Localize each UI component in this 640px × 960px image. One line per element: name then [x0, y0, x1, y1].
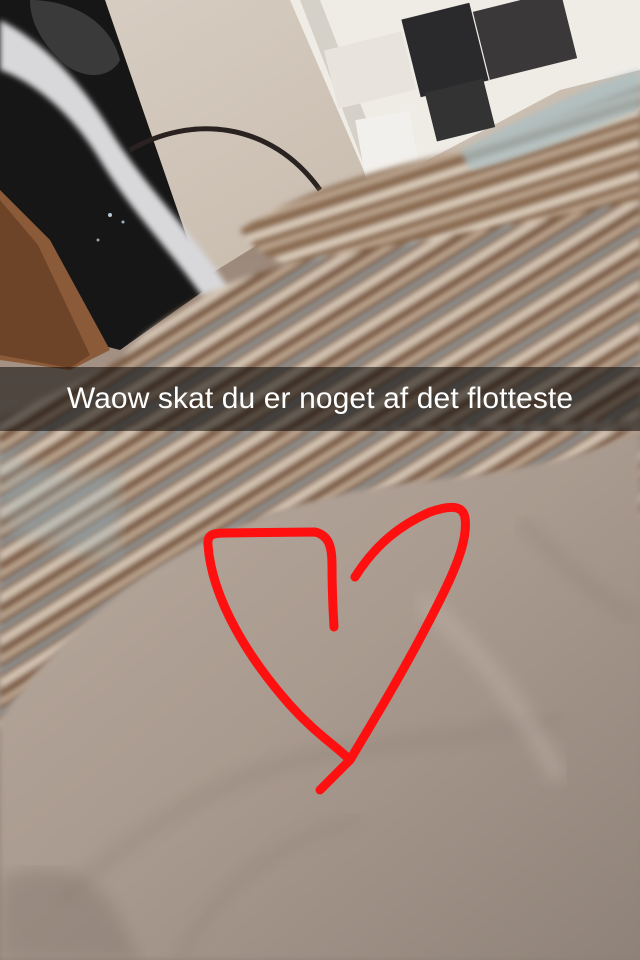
- photo-background: [0, 0, 640, 960]
- caption-text: Waow skat du er noget af det flotteste: [66, 382, 574, 415]
- snap-view[interactable]: Waow skat du er noget af det flotteste: [0, 0, 640, 960]
- caption-bar[interactable]: Waow skat du er noget af det flotteste: [0, 367, 640, 431]
